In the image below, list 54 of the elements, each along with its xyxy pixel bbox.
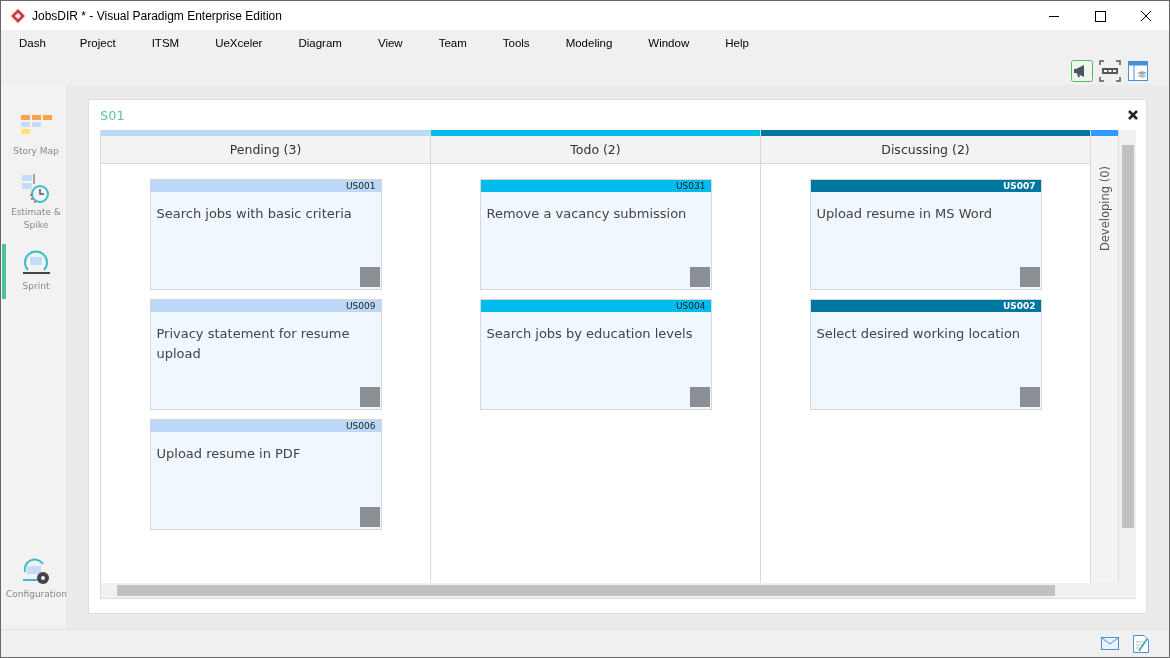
- photo-placeholder: [359, 507, 380, 527]
- app-logo-icon: [10, 7, 26, 24]
- column-header: Discussing (2): [761, 136, 1090, 164]
- photo-placeholder: [689, 267, 710, 287]
- horizontal-scrollbar[interactable]: [101, 583, 1136, 598]
- photo-placeholder: [359, 267, 380, 287]
- menu-item[interactable]: UeXceler: [215, 37, 263, 49]
- story-title: Search jobs by education levels: [485, 325, 694, 343]
- vertical-scrollbar[interactable]: [1119, 130, 1136, 583]
- menu-item[interactable]: View: [377, 37, 403, 49]
- story-title: Select desired working location: [815, 325, 1022, 343]
- column-header: Todo (2): [431, 136, 760, 164]
- story-id: US031: [676, 180, 706, 192]
- column-header: Pending (3): [101, 136, 430, 164]
- story-title: Search jobs with basic criteria: [155, 205, 353, 223]
- window-title: JobsDIR * - Visual Paradigm Enterprise Edition: [32, 8, 282, 23]
- story-title: Upload resume in MS Word: [815, 205, 994, 223]
- story-card[interactable]: US002 Select desired working location: [809, 299, 1042, 410]
- document-edit-icon[interactable]: [1133, 634, 1149, 653]
- menu-item[interactable]: Modeling: [565, 37, 613, 49]
- menu-item[interactable]: Tools: [502, 37, 530, 49]
- menu-item[interactable]: ITSM: [151, 37, 180, 49]
- menu-item[interactable]: Team: [438, 37, 467, 49]
- story-id: US006: [346, 420, 376, 432]
- menu-item[interactable]: Window: [648, 37, 690, 49]
- story-card[interactable]: US007 Upload resume in MS Word: [809, 179, 1042, 290]
- story-title: Privacy statement for resume upload: [155, 325, 351, 363]
- menu-item[interactable]: Dash: [19, 37, 46, 49]
- story-title: Remove a vacancy submission: [485, 205, 688, 223]
- story-id: US002: [1002, 300, 1036, 312]
- photo-placeholder: [359, 387, 380, 407]
- story-id: US009: [346, 300, 376, 312]
- story-card[interactable]: US009 Privacy statement for resume upload: [149, 299, 382, 410]
- photo-placeholder: [1019, 267, 1040, 287]
- collapsed-column-header[interactable]: Developing (0): [1097, 166, 1112, 252]
- photo-placeholder: [1019, 387, 1040, 407]
- photo-placeholder: [689, 387, 710, 407]
- story-id: US007: [1002, 180, 1036, 192]
- menu-item[interactable]: Diagram: [298, 37, 342, 49]
- sprint-title: S01: [100, 107, 125, 123]
- story-card[interactable]: US006 Upload resume in PDF: [149, 419, 382, 530]
- story-id: US004: [676, 300, 706, 312]
- menu-item[interactable]: Project: [79, 37, 116, 49]
- story-title: Upload resume in PDF: [155, 445, 302, 463]
- envelope-icon[interactable]: [1101, 637, 1119, 650]
- close-icon[interactable]: [1128, 110, 1138, 120]
- megaphone-icon[interactable]: [1071, 59, 1093, 82]
- story-card[interactable]: US001 Search jobs with basic criteria: [149, 179, 382, 290]
- window-layers-icon[interactable]: [1127, 59, 1149, 82]
- menu-item[interactable]: Help: [725, 37, 749, 49]
- frame-icon[interactable]: [1099, 59, 1121, 82]
- story-id: US001: [346, 180, 376, 192]
- story-card[interactable]: US004 Search jobs by education levels: [479, 299, 712, 410]
- story-card[interactable]: US031 Remove a vacancy submission: [479, 179, 712, 290]
